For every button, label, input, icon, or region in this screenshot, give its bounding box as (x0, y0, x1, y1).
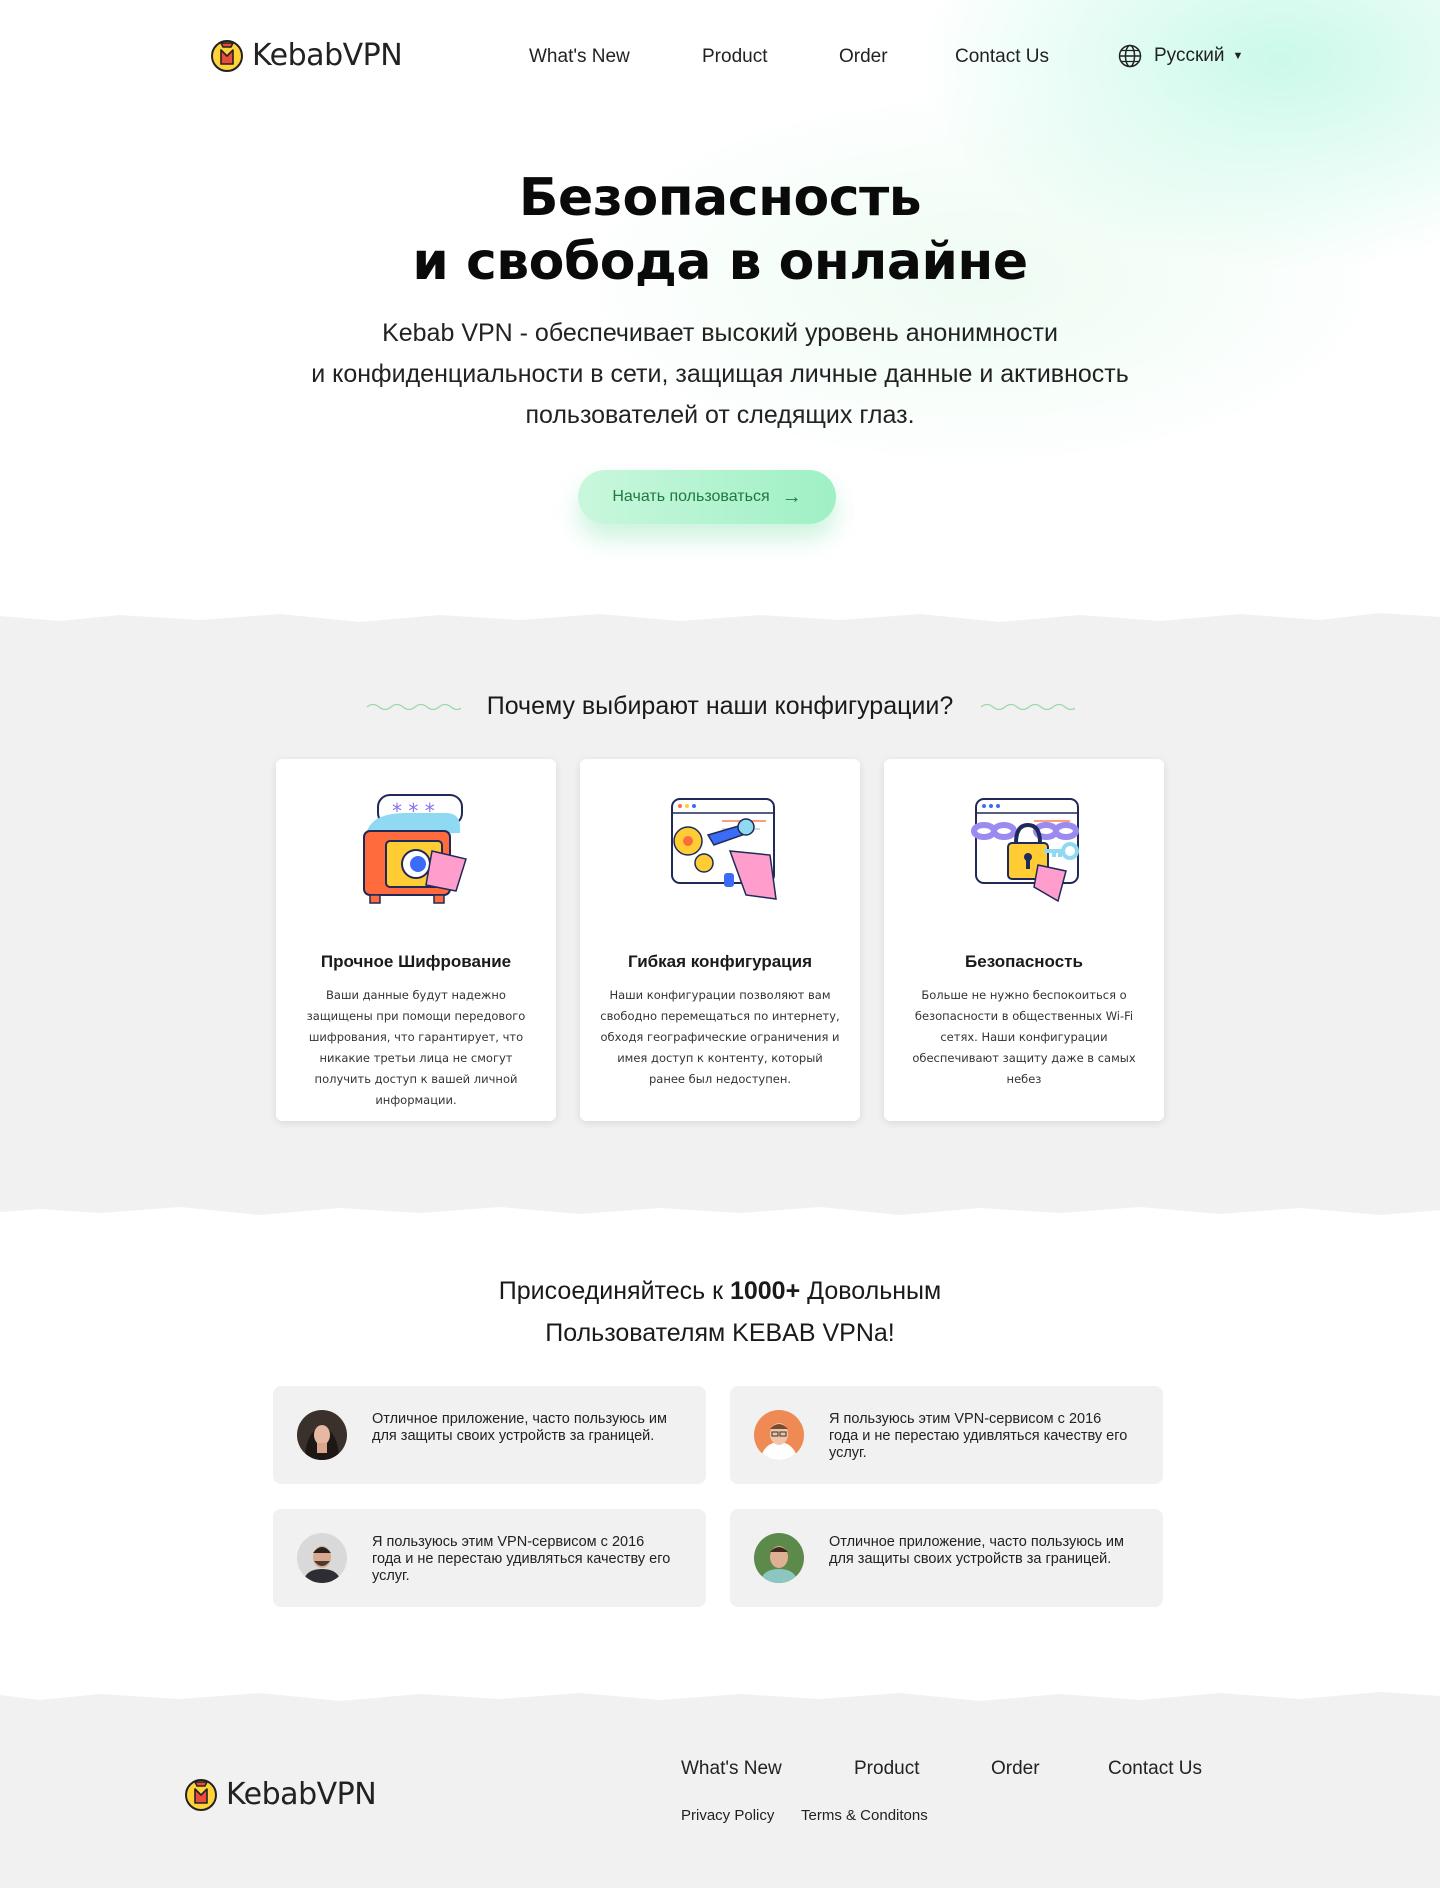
start-using-button[interactable]: Начать пользоваться → (578, 470, 836, 524)
user-avatar-icon (297, 1410, 347, 1460)
hero-title-line-2: и свобода в онлайне (412, 232, 1028, 292)
testimonial-text: Отличное приложение, часто пользуюсь им … (829, 1534, 1124, 1567)
testimonial-text: Я пользуюсь этим VPN-сервисом с 2016 год… (829, 1411, 1128, 1461)
feature-card-security: Безопасность Больше не нужно беспокоитьс… (884, 759, 1164, 1121)
hero-title: Безопасность и свобода в онлайне (0, 166, 1440, 294)
nav-contact-us[interactable]: Contact Us (955, 46, 1049, 68)
testimonial-card: Я пользуюсь этим VPN-сервисом с 2016 год… (730, 1386, 1163, 1484)
safe-encryption-icon: * * * (363, 794, 467, 904)
testimonial-card: Я пользуюсь этим VPN-сервисом с 2016 год… (273, 1509, 706, 1607)
avatar (297, 1533, 347, 1583)
hero-subtitle-line-2: и конфиденциальности в сети, защищая лич… (311, 360, 1129, 388)
footer-whats-new[interactable]: What's New (681, 1758, 782, 1780)
feature-title: Безопасность (965, 952, 1083, 971)
feature-title: Гибкая конфигурация (627, 952, 812, 971)
squiggle-right-icon (980, 703, 1076, 710)
avatar (754, 1533, 804, 1583)
testimonial-card: Отличное приложение, часто пользуюсь им … (273, 1386, 706, 1484)
hero-subtitle-line-1: Kebab VPN - обеспечивает высокий уровень… (382, 319, 1058, 347)
chain-lock-icon (971, 798, 1079, 903)
privacy-policy-link[interactable]: Privacy Policy (681, 1807, 774, 1824)
brand-name: KebabVPN (252, 37, 403, 73)
feature-title: Прочное Шифрование (320, 952, 512, 971)
header-logo[interactable]: KebabVPN (210, 37, 403, 73)
testimonial-text: Я пользуюсь этим VPN-сервисом с 2016 год… (372, 1534, 671, 1584)
features-heading: Почему выбирают наши конфигурации? (0, 692, 1440, 721)
avatar (754, 1410, 804, 1460)
gears-wrench-icon (671, 798, 777, 900)
testimonial-text: Отличное приложение, часто пользуюсь им … (372, 1411, 667, 1444)
hero-subtitle: Kebab VPN - обеспечивает высокий уровень… (240, 313, 1200, 436)
footer-order[interactable]: Order (991, 1758, 1040, 1780)
start-using-label: Начать пользоваться (612, 488, 770, 505)
feature-description: Наши конфигурации позволяют вам свободно… (600, 988, 840, 1086)
nav-order[interactable]: Order (839, 46, 888, 68)
arrow-right-icon: → (781, 485, 802, 508)
feature-description: Больше не нужно беспокоиться о безопасно… (912, 988, 1136, 1086)
language-selector[interactable]: Русский ▼ (1118, 44, 1243, 68)
kebab-logo-icon (211, 40, 243, 72)
hero-title-line-1: Безопасность (518, 168, 922, 228)
squiggle-left-icon (366, 703, 461, 710)
testimonials-heading: Присоединяйтесь к 1000+ Довольным Пользо… (0, 1270, 1440, 1354)
wave-top-divider (0, 611, 1440, 622)
testimonials-heading-line-2: Пользователям KEBAB VPNa! (545, 1319, 895, 1347)
user-avatar-icon (297, 1533, 347, 1583)
globe-icon (1118, 44, 1142, 68)
testimonial-card: Отличное приложение, часто пользуюсь им … (730, 1509, 1163, 1607)
brand-name: KebabVPN (226, 1776, 377, 1812)
feature-card-encryption: * * * Прочное Шифрование Ваши данные буд… (276, 759, 556, 1121)
wave-bottom-divider (0, 1207, 1440, 1217)
user-avatar-icon (754, 1533, 804, 1583)
nav-whats-new[interactable]: What's New (529, 46, 630, 68)
footer-logo[interactable]: KebabVPN (184, 1776, 377, 1812)
wave-footer-divider (0, 1690, 1440, 1701)
footer-product[interactable]: Product (854, 1758, 919, 1780)
avatar (297, 1410, 347, 1460)
chevron-down-icon: ▼ (1232, 50, 1244, 62)
hero-subtitle-line-3: пользователей от следящих глаз. (525, 401, 915, 429)
footer-contact-us[interactable]: Contact Us (1108, 1758, 1202, 1780)
terms-link[interactable]: Terms & Conditons (801, 1807, 928, 1824)
nav-product[interactable]: Product (702, 46, 767, 68)
feature-description: Ваши данные будут надежно защищены при п… (306, 988, 526, 1107)
feature-card-configuration: Гибкая конфигурация Наши конфигурации по… (580, 759, 860, 1121)
kebab-logo-icon (185, 1779, 217, 1811)
testimonials-heading-line-1: Присоединяйтесь к 1000+ Довольным (0, 1270, 1440, 1312)
heading-pre: Присоединяйтесь к (498, 1277, 730, 1305)
users-count: 1000+ (729, 1277, 801, 1305)
heading-post: Довольным (800, 1277, 942, 1305)
site-header: KebabVPN What's New Product Order Contac… (0, 0, 1440, 116)
language-label: Русский (1154, 45, 1225, 66)
features-title: Почему выбирают наши конфигурации? (486, 692, 954, 720)
user-avatar-icon (754, 1410, 804, 1460)
